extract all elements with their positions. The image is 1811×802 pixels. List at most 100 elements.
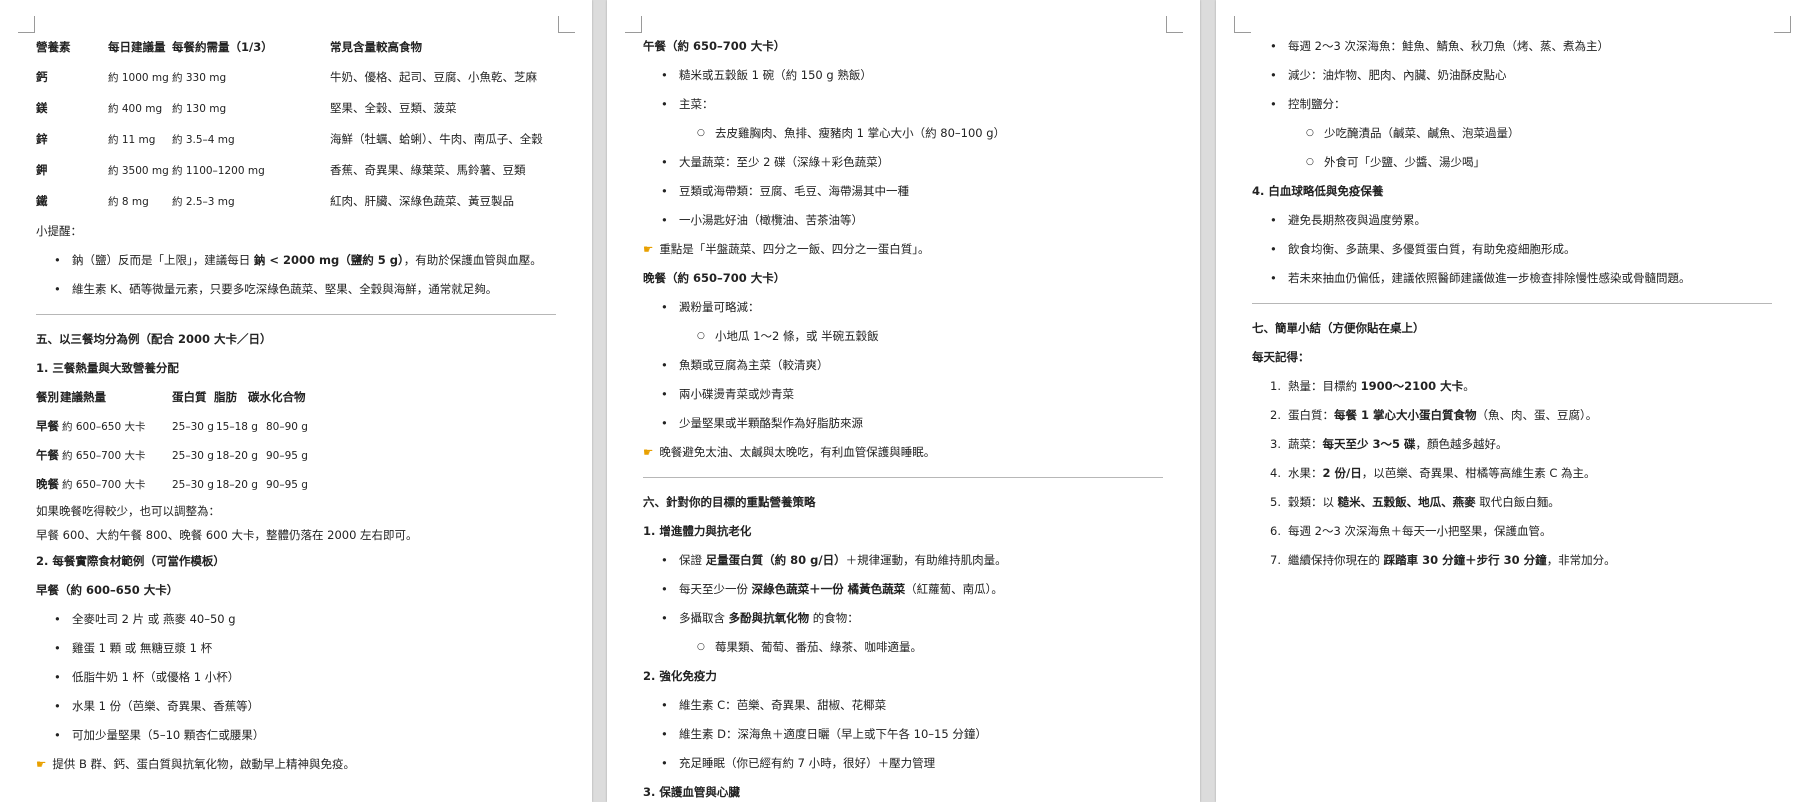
table-header-cell: 蛋白質 bbox=[172, 390, 207, 404]
crop-mark bbox=[558, 16, 575, 33]
list-item: 水果 1 份（芭樂、奇異果、香蕉等） bbox=[36, 692, 556, 721]
list-item: 飲食均衡、多蔬果、多優質蛋白質，有助免疫細胞形成。 bbox=[1252, 235, 1772, 264]
list-item: 多攝取含 多酚與抗氧化物 的食物： bbox=[643, 604, 1163, 633]
table-cell: 約 2.5–3 mg bbox=[172, 196, 235, 208]
table-row: 鋅 約 11 mg 約 3.5–4 mg 海鮮（牡蠣、蛤蜊）、牛肉、南瓜子、全穀 bbox=[36, 124, 556, 155]
list-subitem: 少吃醃漬品（鹹菜、鹹魚、泡菜過量） bbox=[1252, 119, 1772, 148]
divider bbox=[36, 314, 556, 315]
table-cell: 約 3.5–4 mg bbox=[172, 134, 235, 146]
list-subitem: 小地瓜 1～2 條，或 半碗五穀飯 bbox=[643, 322, 1163, 351]
meal-heading: 早餐（約 600–650 大卡） bbox=[36, 583, 179, 597]
table-row: 午餐約 650–700 大卡 25–30 g 18–20 g 90–95 g bbox=[36, 441, 556, 470]
meal-heading: 午餐（約 650–700 大卡） bbox=[643, 39, 786, 53]
numbered-item: 7. 繼續保持你現在的 踩踏車 30 分鐘＋步行 30 分鐘，非常加分。 bbox=[1270, 553, 1616, 567]
list-item: 全麥吐司 2 片 或 燕麥 40–50 g bbox=[36, 605, 556, 634]
numbered-item: 4. 水果：2 份/日，以芭樂、奇異果、柑橘等高維生素 C 為主。 bbox=[1270, 466, 1596, 480]
table-cell: 約 650–700 大卡 bbox=[62, 479, 146, 491]
list-item: 一小湯匙好油（橄欖油、苦茶油等） bbox=[643, 206, 1163, 235]
table-cell: 鐵 bbox=[36, 194, 48, 208]
table-header-cell: 脂肪 bbox=[214, 390, 237, 404]
table-cell: 鋅 bbox=[36, 132, 48, 146]
list-subitem: 莓果類、葡萄、番茄、綠茶、咖啡適量。 bbox=[643, 633, 1163, 662]
table-cell: 晚餐 bbox=[36, 477, 59, 491]
table-cell: 紅肉、肝臟、深綠色蔬菜、黃豆製品 bbox=[330, 194, 514, 208]
list-item: 糙米或五穀飯 1 碗（約 150 g 熟飯） bbox=[643, 61, 1163, 90]
table-cell: 早餐 bbox=[36, 419, 59, 433]
crop-mark bbox=[18, 16, 35, 33]
table-cell: 18–20 g bbox=[216, 479, 258, 491]
table-cell: 25–30 g bbox=[172, 421, 214, 433]
subsection-heading: 3. 保護血管與心臟 bbox=[643, 785, 740, 799]
table-cell: 約 650–700 大卡 bbox=[62, 450, 146, 462]
list-item: 少量堅果或半顆酪梨作為好脂肪來源 bbox=[643, 409, 1163, 438]
list-item: 維生素 K、硒等微量元素，只要多吃深綠色蔬菜、堅果、全穀與海鮮，通常就足夠。 bbox=[36, 275, 556, 304]
table-row: 晚餐約 650–700 大卡 25–30 g 18–20 g 90–95 g bbox=[36, 470, 556, 499]
table-header-cell: 建議熱量 bbox=[60, 390, 106, 404]
table-header-cell: 餐別 bbox=[36, 390, 59, 404]
document-page-1: 營養素 每日建議量 每餐約需量（1/3） 常見含量較高食物 鈣約 1000 mg 約 3… bbox=[0, 0, 592, 802]
list-item: 每週 2～3 次深海魚：鮭魚、鯖魚、秋刀魚（烤、蒸、煮為主） bbox=[1252, 32, 1772, 61]
list-subitem: 外食可「少鹽、少醬、湯少喝」 bbox=[1252, 148, 1772, 177]
crop-mark bbox=[1774, 16, 1791, 33]
list-item: 大量蔬菜：至少 2 碟（深綠＋彩色蔬菜） bbox=[643, 148, 1163, 177]
pointing-hand-icon: ☛ bbox=[643, 242, 654, 256]
list-item: 兩小碟燙青菜或炒青菜 bbox=[643, 380, 1163, 409]
numbered-item: 2. 蛋白質：每餐 1 掌心大小蛋白質食物（魚、肉、蛋、豆腐）。 bbox=[1270, 408, 1598, 422]
table-cell: 約 3500 mg bbox=[108, 165, 169, 177]
table-cell: 約 1100–1200 mg bbox=[172, 165, 265, 177]
meal-heading: 晚餐（約 650–700 大卡） bbox=[643, 271, 786, 285]
list-item: 避免長期熬夜與過度勞累。 bbox=[1252, 206, 1772, 235]
table-row: 鈣 約 1000 mg 約 330 mg 牛奶、優格、起司、豆腐、小魚乾、芝麻 bbox=[36, 62, 556, 93]
numbered-item: 1. 熱量：目標約 1900～2100 大卡。 bbox=[1270, 379, 1475, 393]
subsection-heading: 1. 三餐熱量與大致營養分配 bbox=[36, 361, 179, 375]
section-heading: 七、簡單小結（方便你貼在桌上） bbox=[1252, 321, 1425, 335]
table-cell: 海鮮（牡蠣、蛤蜊）、牛肉、南瓜子、全穀 bbox=[330, 132, 543, 146]
table-cell: 90–95 g bbox=[266, 479, 308, 491]
pointing-hand-icon: ☛ bbox=[643, 445, 654, 459]
section-heading: 六、針對你的目標的重點營養策略 bbox=[643, 495, 816, 509]
list-item: 魚類或豆腐為主菜（較清爽） bbox=[643, 351, 1163, 380]
document-page-2: 午餐（約 650–700 大卡） 糙米或五穀飯 1 碗（約 150 g 熟飯） … bbox=[607, 0, 1200, 802]
numbered-item: 3. 蔬菜：每天至少 3～5 碟，顏色越多越好。 bbox=[1270, 437, 1508, 451]
table-row: 鐵 約 8 mg 約 2.5–3 mg 紅肉、肝臟、深綠色蔬菜、黃豆製品 bbox=[36, 186, 556, 217]
table-cell: 25–30 g bbox=[172, 450, 214, 462]
crop-mark bbox=[625, 16, 642, 33]
list-item: 充足睡眠（你已經有約 7 小時，很好）＋壓力管理 bbox=[643, 749, 1163, 778]
list-item: 保證 足量蛋白質（約 80 g/日）＋規律運動，有助維持肌肉量。 bbox=[643, 546, 1163, 575]
table-header-cell: 碳水化合物 bbox=[248, 390, 306, 404]
nutrient-table-header: 營養素 每日建議量 每餐約需量（1/3） 常見含量較高食物 bbox=[36, 33, 556, 62]
divider bbox=[643, 477, 1163, 478]
table-cell: 午餐 bbox=[36, 448, 59, 462]
table-cell: 25–30 g bbox=[172, 479, 214, 491]
subsection-heading: 4. 白血球略低與免疫保養 bbox=[1252, 184, 1384, 198]
subsection-heading: 每天記得： bbox=[1252, 350, 1310, 364]
table-row: 鉀 約 3500 mg 約 1100–1200 mg 香蕉、奇異果、綠葉菜、馬鈴薯、豆… bbox=[36, 155, 556, 186]
table-cell: 鉀 bbox=[36, 163, 48, 177]
list-item: 可加少量堅果（5–10 顆杏仁或腰果） bbox=[36, 721, 556, 750]
table-cell: 香蕉、奇異果、綠葉菜、馬鈴薯、豆類 bbox=[330, 163, 526, 177]
divider bbox=[1252, 303, 1772, 304]
list-item: 維生素 C：芭樂、奇異果、甜椒、花椰菜 bbox=[643, 691, 1163, 720]
list-item: 主菜： bbox=[643, 90, 1163, 119]
list-item: 鈉（鹽）反而是「上限」，建議每日 鈉 < 2000 mg（鹽約 5 g），有助於… bbox=[36, 246, 556, 275]
section-heading: 五、以三餐均分為例（配合 2000 大卡／日） bbox=[36, 332, 272, 346]
table-cell: 鈣 bbox=[36, 70, 48, 84]
table-row: 鎂 約 400 mg 約 130 mg 堅果、全穀、豆類、菠菜 bbox=[36, 93, 556, 124]
meal-table-header: 餐別建議熱量 蛋白質 脂肪 碳水化合物 bbox=[36, 383, 556, 412]
table-header-cell: 每餐約需量（1/3） bbox=[172, 40, 273, 54]
subsection-heading: 2. 強化免疫力 bbox=[643, 669, 717, 683]
table-cell: 約 130 mg bbox=[172, 103, 227, 115]
list-item: 低脂牛奶 1 杯（或優格 1 小杯） bbox=[36, 663, 556, 692]
paragraph: 早餐 600、大約午餐 800、晚餐 600 大卡，整體仍落在 2000 左右即… bbox=[36, 528, 418, 542]
list-item: 減少：油炸物、肥肉、內臟、奶油酥皮點心 bbox=[1252, 61, 1772, 90]
table-cell: 約 600–650 大卡 bbox=[62, 421, 146, 433]
crop-mark bbox=[1234, 16, 1251, 33]
list-item: 維生素 D：深海魚＋適度日曬（早上或下午各 10–15 分鐘） bbox=[643, 720, 1163, 749]
note: ☛ 重點是「半盤蔬菜、四分之一飯、四分之一蛋白質」。 bbox=[643, 242, 930, 256]
table-cell: 堅果、全穀、豆類、菠菜 bbox=[330, 101, 457, 115]
list-item: 控制鹽分： bbox=[1252, 90, 1772, 119]
numbered-item: 5. 穀類：以 糙米、五穀飯、地瓜、燕麥 取代白飯白麵。 bbox=[1270, 495, 1560, 509]
pointing-hand-icon: ☛ bbox=[36, 757, 47, 771]
table-header-cell: 每日建議量 bbox=[108, 40, 166, 54]
table-cell: 80–90 g bbox=[266, 421, 308, 433]
